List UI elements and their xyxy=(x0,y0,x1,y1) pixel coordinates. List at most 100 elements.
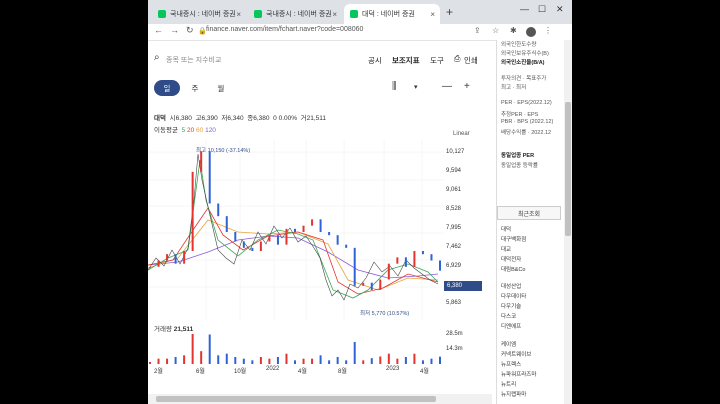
reload-icon[interactable]: ↻ xyxy=(186,25,194,36)
candles xyxy=(149,151,441,290)
y-tick: 9,061 xyxy=(446,187,462,193)
price-chart[interactable] xyxy=(148,140,444,320)
extensions-icon[interactable]: ✱ xyxy=(510,26,517,35)
recent-item[interactable]: 뉴지랩파마 xyxy=(501,390,526,398)
minimize-icon[interactable]: — xyxy=(520,4,529,14)
vertical-scrollbar[interactable] xyxy=(564,40,572,404)
ma-5: 5 xyxy=(181,127,186,134)
ma-60: 60 xyxy=(196,127,204,134)
ma-label: 이동평균 xyxy=(154,127,178,134)
candle xyxy=(157,260,160,267)
volume-bar xyxy=(294,360,296,364)
horizontal-scrollbar[interactable] xyxy=(148,394,492,404)
recent-item[interactable]: 대림B&Co xyxy=(501,265,526,273)
recent-item[interactable]: 대덕 xyxy=(501,225,511,233)
volume-bar xyxy=(225,353,228,364)
browser-tab-3[interactable]: 대덕 : 네이버 증권 × xyxy=(344,4,440,24)
high-value: 6,390 xyxy=(201,115,218,122)
volume-bar xyxy=(396,358,399,364)
sidebar-item: 최고 · 최저 xyxy=(501,85,527,91)
candle xyxy=(208,151,211,204)
recent-item[interactable]: 뉴트리 xyxy=(501,380,516,388)
candle xyxy=(242,241,245,248)
back-icon[interactable]: ← xyxy=(154,25,163,35)
recent-item[interactable]: 다스코 xyxy=(501,312,516,320)
print-button[interactable]: 인쇄 xyxy=(464,55,478,66)
candle xyxy=(200,151,203,172)
maximize-icon[interactable]: ☐ xyxy=(538,4,546,15)
tools-button[interactable]: 도구 xyxy=(430,55,444,66)
volume-bar xyxy=(268,358,271,364)
candle xyxy=(183,251,186,264)
recent-item[interactable]: 케이엠 xyxy=(501,340,516,348)
close-icon[interactable]: × xyxy=(236,10,241,19)
recent-viewed-tab[interactable]: 최근조회 xyxy=(497,206,561,220)
url-field[interactable]: finance.naver.com/item/fchart.naver?code… xyxy=(206,26,363,33)
disclosure-button[interactable]: 공시 xyxy=(368,55,382,66)
candle xyxy=(328,232,331,236)
candle xyxy=(166,254,169,261)
scroll-thumb[interactable] xyxy=(156,396,436,402)
forward-icon[interactable]: → xyxy=(170,25,179,35)
candle xyxy=(276,235,279,245)
period-weekly-button[interactable]: 주 xyxy=(188,80,202,96)
candle xyxy=(311,219,314,226)
recent-item[interactable]: 다우데이타 xyxy=(501,292,526,300)
share-icon[interactable]: ⇪ xyxy=(474,26,481,35)
bookmark-icon[interactable]: ☆ xyxy=(492,26,499,35)
x-tick: 2023 xyxy=(386,366,400,372)
print-icon[interactable]: ⎙ xyxy=(454,54,460,64)
volume-bar xyxy=(166,358,169,364)
close-icon[interactable]: × xyxy=(332,10,337,19)
scroll-thumb[interactable] xyxy=(565,102,571,236)
search-input[interactable]: 종목 또는 지수비교 xyxy=(166,55,221,65)
recent-item[interactable]: 대덕전자 xyxy=(501,255,521,263)
candle xyxy=(174,254,177,264)
candle xyxy=(268,235,271,242)
volume-bar xyxy=(421,360,424,364)
recent-item[interactable]: 대구백화점 xyxy=(501,235,526,243)
ma-120: 120 xyxy=(205,127,216,134)
volume-bar xyxy=(387,353,390,364)
scale-selector[interactable]: Linear xyxy=(453,131,470,137)
recent-item[interactable]: 커넥트웨이브 xyxy=(501,350,531,358)
naver-favicon-icon xyxy=(350,10,358,18)
candle xyxy=(191,171,194,252)
indicator-button[interactable]: 보조지표 xyxy=(392,55,420,66)
volume-bar xyxy=(285,353,288,364)
open-value: 6,380 xyxy=(175,115,192,122)
browser-tab-2[interactable]: 국내증시 : 네이버 증권 × xyxy=(248,4,342,24)
candle xyxy=(396,257,399,264)
recent-item[interactable]: 대교 xyxy=(501,245,511,253)
recent-item[interactable]: 뉴파워프라즈마 xyxy=(501,370,536,378)
chevron-down-icon[interactable]: ▾ xyxy=(414,83,418,91)
recent-item[interactable]: 디엔에프 xyxy=(501,322,521,330)
candle xyxy=(319,219,322,233)
volume-chart[interactable] xyxy=(148,332,444,364)
volume-bars xyxy=(149,334,441,364)
new-tab-button[interactable]: + xyxy=(446,5,453,19)
browser-tab-1[interactable]: 국내증시 : 네이버 증권 × xyxy=(152,4,246,24)
menu-icon[interactable]: ⋮ xyxy=(544,26,552,35)
y-tick: 7,462 xyxy=(446,244,462,250)
recent-item[interactable]: 뉴프렉스 xyxy=(501,360,521,368)
close-icon[interactable]: × xyxy=(430,10,435,19)
zoom-out-icon[interactable]: — xyxy=(442,81,452,92)
search-icon[interactable]: ⌕ xyxy=(154,52,160,63)
stock-name: 대덕 xyxy=(154,115,166,122)
recent-item[interactable]: 다우기술 xyxy=(501,302,521,310)
profile-avatar[interactable] xyxy=(526,27,536,37)
volume-bar xyxy=(379,356,382,364)
candlestick-type-icon[interactable]: ⫼ xyxy=(392,81,397,92)
volume-bar xyxy=(183,355,186,364)
close-window-icon[interactable]: ✕ xyxy=(556,4,564,15)
period-daily-button[interactable]: 일 xyxy=(154,80,180,96)
zoom-in-icon[interactable]: + xyxy=(464,81,470,92)
naver-favicon-icon xyxy=(158,10,166,18)
x-tick: 2022 xyxy=(266,366,280,372)
y-tick: 9,594 xyxy=(446,168,462,174)
volume-bar xyxy=(191,334,194,364)
recent-item[interactable]: 대성산업 xyxy=(501,282,521,290)
candle xyxy=(370,282,373,290)
period-monthly-button[interactable]: 월 xyxy=(214,80,228,96)
